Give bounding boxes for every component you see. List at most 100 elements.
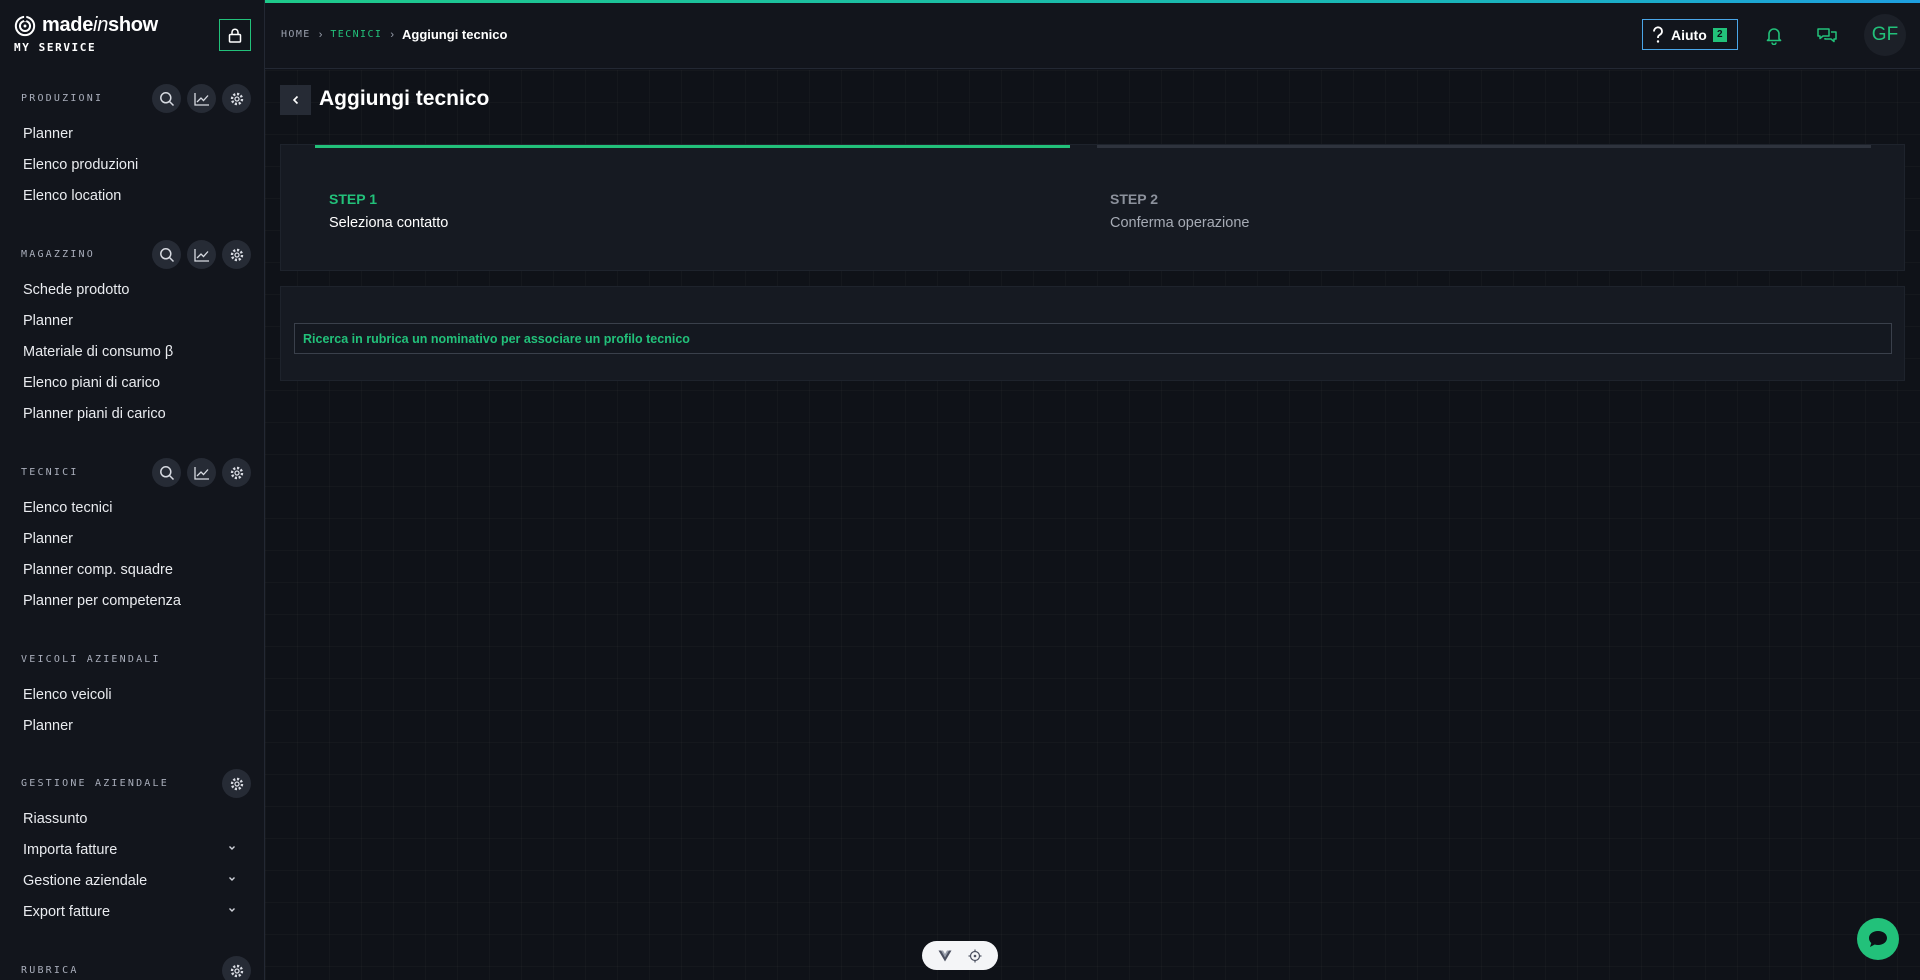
sidebar-section-gestione-aziendale: GESTIONE AZIENDALE Riassunto Importa fat… (0, 765, 264, 927)
magazzino-stats-button[interactable] (187, 240, 216, 269)
step-2-description: Conferma operazione (1110, 215, 1250, 231)
produzioni-stats-button[interactable] (187, 84, 216, 113)
breadcrumb-home[interactable]: HOME (281, 29, 311, 40)
sidebar-item-riassunto[interactable]: Riassunto (0, 803, 264, 834)
gear-icon (230, 92, 243, 105)
gear-icon (230, 777, 243, 790)
produzioni-settings-button[interactable] (222, 84, 251, 113)
sidebar-item-planner-piani-carico[interactable]: Planner piani di carico (0, 398, 264, 429)
sidebar-item-planner[interactable]: Planner (0, 305, 264, 336)
section-title: RUBRICA (21, 964, 79, 976)
sidebar-item-label: Export fatture (23, 903, 111, 920)
chart-line-icon (193, 466, 209, 480)
page-title: Aggiungi tecnico (319, 87, 490, 110)
rubrica-settings-button[interactable] (222, 956, 251, 980)
section-title: GESTIONE AZIENDALE (21, 777, 169, 789)
sidebar-item-elenco-produzioni[interactable]: Elenco produzioni (0, 149, 264, 180)
sidebar-section-tecnici: TECNICI Elenco tecnici Planner Planner c… (0, 454, 264, 616)
stepper: STEP 1 Seleziona contatto STEP 2 Conferm… (280, 144, 1905, 271)
tecnici-search-button[interactable] (152, 458, 181, 487)
breadcrumb-tecnici[interactable]: TECNICI (330, 29, 382, 40)
step-1-description: Seleziona contatto (329, 215, 449, 231)
sidebar: madeinshow MY SERVICE PRODUZIONI Planner… (0, 0, 265, 980)
sidebar-item-planner-comp-squadre[interactable]: Planner comp. squadre (0, 554, 264, 585)
support-chat-button[interactable] (1857, 918, 1899, 960)
chat-bubble-icon (1869, 931, 1887, 947)
sidebar-item-export-fatture[interactable]: Export fatture (0, 896, 264, 927)
chart-line-icon (193, 248, 209, 262)
breadcrumb: HOME › TECNICI › Aggiungi tecnico (281, 27, 507, 42)
breadcrumb-current: Aggiungi tecnico (401, 27, 508, 42)
sidebar-item-schede-prodotto[interactable]: Schede prodotto (0, 274, 264, 305)
breadcrumb-separator: › (390, 28, 394, 41)
target-icon (968, 949, 982, 962)
produzioni-search-button[interactable] (152, 84, 181, 113)
step-1-label: STEP 1 (329, 191, 377, 207)
question-icon (1653, 25, 1663, 43)
chevron-down-icon (229, 877, 235, 881)
sidebar-section-produzioni: PRODUZIONI Planner Elenco produzioni Ele… (0, 80, 264, 211)
section-title: MAGAZZINO (21, 248, 95, 260)
brand-name: madeinshow (42, 14, 158, 36)
chevron-down-icon (229, 846, 235, 850)
tecnici-stats-button[interactable] (187, 458, 216, 487)
chevron-left-icon (292, 95, 298, 105)
gear-icon (230, 248, 243, 261)
section-title: TECNICI (21, 466, 79, 478)
help-count-badge: 2 (1712, 27, 1727, 42)
gear-icon (230, 466, 243, 479)
messages-button[interactable] (1815, 23, 1839, 47)
notifications-button[interactable] (1762, 23, 1786, 47)
chat-bubbles-icon (1817, 27, 1837, 42)
search-icon (159, 465, 174, 480)
topbar: HOME › TECNICI › Aggiungi tecnico Aiuto … (265, 3, 1920, 69)
sidebar-item-label: Importa fatture (23, 841, 118, 858)
section-title: VEICOLI AZIENDALI (21, 653, 161, 665)
sidebar-item-planner[interactable]: Planner (0, 710, 264, 741)
sidebar-item-label: Gestione aziendale (23, 872, 148, 889)
sidebar-item-planner[interactable]: Planner (0, 523, 264, 554)
lock-sidebar-button[interactable] (219, 19, 251, 51)
gear-icon (230, 964, 243, 977)
sidebar-item-elenco-piani-carico[interactable]: Elenco piani di carico (0, 367, 264, 398)
gestione-settings-button[interactable] (222, 769, 251, 798)
step-1[interactable]: STEP 1 Seleziona contatto (315, 145, 1070, 231)
sidebar-item-planner-per-competenza[interactable]: Planner per competenza (0, 585, 264, 616)
search-icon (159, 247, 174, 262)
sidebar-item-elenco-tecnici[interactable]: Elenco tecnici (0, 492, 264, 523)
vue-logo-icon (938, 950, 952, 961)
step-1-progress (315, 145, 1070, 148)
magazzino-settings-button[interactable] (222, 240, 251, 269)
contact-search-field[interactable]: Ricerca in rubrica un nominativo per ass… (294, 323, 1892, 354)
sidebar-item-elenco-veicoli[interactable]: Elenco veicoli (0, 679, 264, 710)
step-2-label: STEP 2 (1110, 191, 1158, 207)
sidebar-item-planner[interactable]: Planner (0, 118, 264, 149)
sidebar-item-elenco-location[interactable]: Elenco location (0, 180, 264, 211)
bell-icon (1766, 27, 1782, 45)
sidebar-section-rubrica: RUBRICA (0, 952, 264, 980)
sidebar-section-veicoli: VEICOLI AZIENDALI Elenco veicoli Planner (0, 641, 264, 741)
sidebar-item-importa-fatture[interactable]: Importa fatture (0, 834, 264, 865)
chart-line-icon (193, 92, 209, 106)
contact-search-panel: Ricerca in rubrica un nominativo per ass… (280, 286, 1905, 381)
devtools-pill[interactable] (922, 941, 998, 970)
sidebar-item-gestione-aziendale[interactable]: Gestione aziendale (0, 865, 264, 896)
sidebar-item-materiale-consumo[interactable]: Materiale di consumo β (0, 336, 264, 367)
sidebar-section-magazzino: MAGAZZINO Schede prodotto Planner Materi… (0, 236, 264, 429)
lock-icon (228, 28, 242, 43)
tecnici-settings-button[interactable] (222, 458, 251, 487)
section-title: PRODUZIONI (21, 92, 104, 104)
magazzino-search-button[interactable] (152, 240, 181, 269)
step-2-progress (1097, 145, 1871, 148)
brand-logo-icon (14, 14, 36, 36)
search-prompt-text: Ricerca in rubrica un nominativo per ass… (303, 331, 690, 346)
help-button[interactable]: Aiuto 2 (1642, 19, 1738, 50)
user-avatar[interactable]: GF (1864, 14, 1906, 56)
back-button[interactable] (280, 85, 311, 115)
brand[interactable]: madeinshow MY SERVICE (14, 14, 158, 54)
search-icon (159, 91, 174, 106)
step-2[interactable]: STEP 2 Conferma operazione (1097, 145, 1871, 231)
chevron-down-icon (229, 908, 235, 912)
help-label: Aiuto (1671, 26, 1707, 43)
main-content: Aggiungi tecnico STEP 1 Seleziona contat… (265, 70, 1920, 980)
